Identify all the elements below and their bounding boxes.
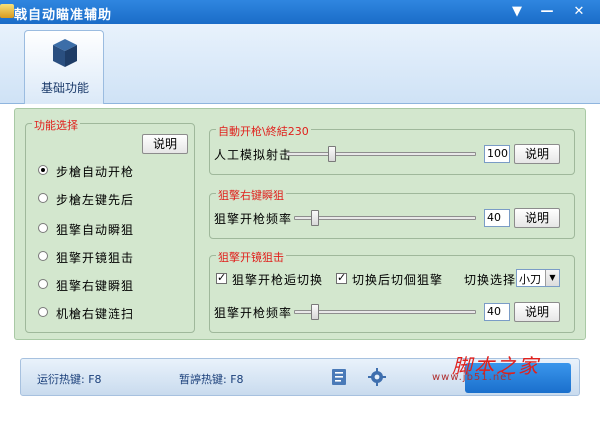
radio-button[interactable]: [38, 165, 48, 175]
radio-label: 狙擎右键瞬狙: [56, 279, 135, 293]
scope-help-button[interactable]: 说明: [514, 302, 560, 322]
radio-button[interactable]: [38, 193, 48, 203]
title-bar: 戟自动瞄准辅助 ▼ — ✕: [0, 0, 600, 24]
auto-fire-group: 自動开枪\終結230 人工模拟射击 100 说明: [209, 123, 575, 175]
watermark-sub: www.jb51.net: [432, 372, 513, 383]
tab-label: 基础功能: [40, 81, 89, 95]
chevron-down-icon[interactable]: ▼: [545, 270, 559, 286]
group-title: 狙擎右键瞬狙: [216, 187, 286, 203]
snipe-rate-slider[interactable]: [311, 210, 320, 226]
gear-icon[interactable]: [367, 367, 387, 387]
ribbon: 基础功能: [0, 24, 600, 104]
main-panel: 功能选择 说明 步槍自动开枪 步槍左键先后 狙擎自动瞬狙 狙擎开镜狙击 狙擎右键…: [14, 108, 586, 340]
function-select-group: 功能选择 说明 步槍自动开枪 步槍左键先后 狙擎自动瞬狙 狙擎开镜狙击 狙擎右键…: [25, 117, 195, 333]
cube-icon: [53, 39, 77, 67]
scope-rate-track[interactable]: [294, 310, 476, 314]
slider-label: 狙擎开枪频率: [214, 306, 293, 320]
notes-icon[interactable]: [329, 367, 349, 387]
radio-button[interactable]: [38, 251, 48, 261]
close-icon[interactable]: ✕: [570, 3, 588, 21]
checkbox-label: 狙擎开枪逅切换: [232, 273, 324, 287]
switch-weapon-select[interactable]: 小刀 ▼: [516, 269, 560, 287]
watermark: 脚本之家 www.jb51.net: [424, 350, 584, 390]
snipe-help-button[interactable]: 说明: [514, 208, 560, 228]
right-click-snipe-group: 狙擎右键瞬狙 狙擎开枪频率 40 说明: [209, 187, 575, 239]
checkbox-label: 切换后切佪狙擎: [352, 273, 444, 287]
radio-label: 步槍左键先后: [56, 193, 135, 207]
switch-select-label: 切换选择: [464, 273, 517, 287]
group-title: 狙擎开镜狙击: [216, 249, 286, 265]
slider-label: 狙擎开枪频率: [214, 212, 293, 226]
tab-basic-functions[interactable]: 基础功能: [24, 30, 104, 104]
switch-after-fire-checkbox[interactable]: [216, 271, 227, 284]
radio-label: 步槍自动开枪: [56, 165, 135, 179]
group-title: 自動开枪\終結230: [216, 123, 311, 139]
radio-button[interactable]: [38, 307, 48, 317]
fire-rate-track[interactable]: [286, 152, 476, 156]
scope-rate-slider[interactable]: [311, 304, 320, 320]
switch-back-checkbox[interactable]: [336, 271, 347, 284]
scope-rate-input[interactable]: 40: [484, 303, 510, 321]
fire-rate-slider[interactable]: [327, 146, 336, 162]
run-hotkey-text: 运衍热键: F8: [37, 373, 102, 386]
function-help-button[interactable]: 说明: [142, 134, 188, 154]
select-value: 小刀: [519, 273, 541, 286]
menu-icon[interactable]: ▼: [508, 3, 526, 21]
radio-label: 机槍右键涟扫: [56, 307, 135, 321]
app-icon: [0, 4, 14, 18]
radio-label: 狙擎开镜狙击: [56, 251, 135, 265]
radio-button[interactable]: [38, 279, 48, 289]
pause-hotkey-text: 暂諪热键: F8: [179, 373, 244, 386]
window-title: 戟自动瞄准辅助: [14, 8, 113, 23]
radio-button[interactable]: [38, 223, 48, 233]
scope-snipe-group: 狙擎开镜狙击 狙擎开枪逅切换 切换后切佪狙擎 切换选择 小刀 ▼ 狙擎开枪频率 …: [209, 249, 575, 333]
group-title: 功能选择: [32, 117, 80, 133]
fire-rate-input[interactable]: 100: [484, 145, 510, 163]
snipe-rate-input[interactable]: 40: [484, 209, 510, 227]
slider-label: 人工模拟射击: [214, 148, 293, 162]
auto-fire-help-button[interactable]: 说明: [514, 144, 560, 164]
radio-label: 狙擎自动瞬狙: [56, 223, 135, 237]
snipe-rate-track[interactable]: [294, 216, 476, 220]
minimize-icon[interactable]: —: [538, 3, 556, 21]
